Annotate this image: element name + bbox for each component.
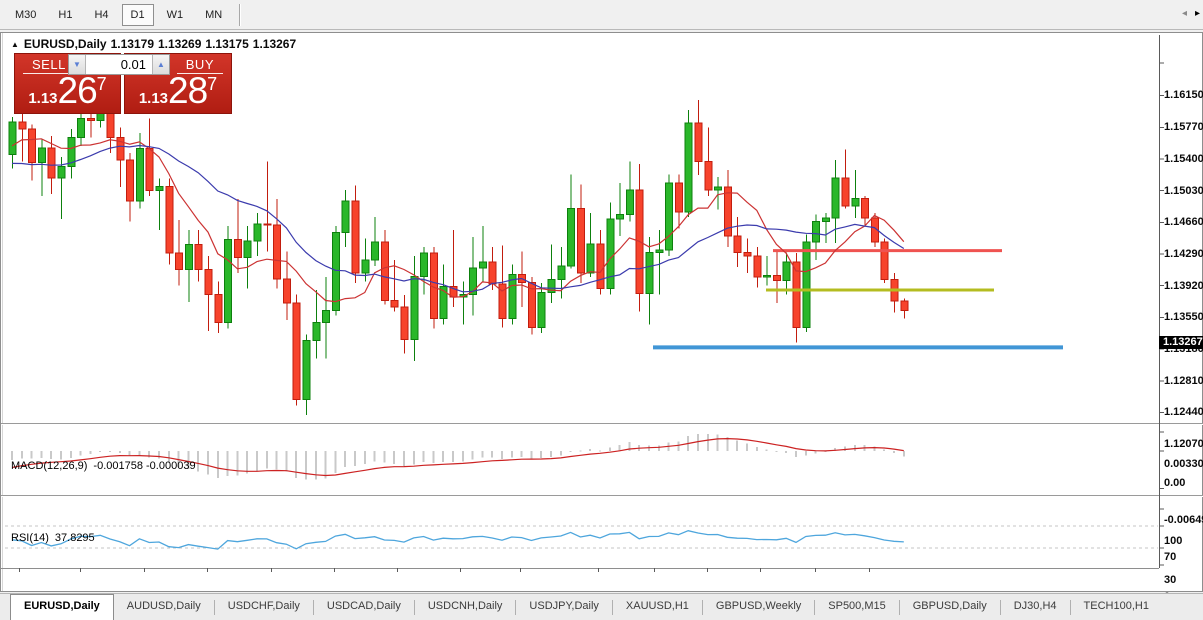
chart-tab-dj30-h4[interactable]: DJ30,H4: [1001, 594, 1070, 620]
price-tick-label: 1.15030: [1164, 185, 1203, 197]
chart-tab-usdchf-daily[interactable]: USDCHF,Daily: [215, 594, 313, 620]
chart-tab-audusd-daily[interactable]: AUDUSD,Daily: [114, 594, 214, 620]
timeframe-button-h4[interactable]: H4: [85, 4, 117, 26]
chart-tab-gbpusd-daily[interactable]: GBPUSD,Daily: [900, 594, 1000, 620]
price-tick-label: 1.12440: [1164, 406, 1203, 418]
macd-tick-label: 0.003306: [1164, 458, 1203, 470]
chart-tab-gbpusd-weekly[interactable]: GBPUSD,Weekly: [703, 594, 814, 620]
chart-window: ▲ EURUSD,Daily 1.13179 1.13269 1.13175 1.1326…: [0, 32, 1203, 592]
volume-input[interactable]: 0.01: [86, 55, 152, 74]
price-tick-label: 1.12810: [1164, 375, 1203, 387]
tab-scroll-left-icon[interactable]: ◂: [1182, 8, 1187, 19]
price-tick-label: 1.15770: [1164, 121, 1203, 133]
candles-layer: [9, 100, 1063, 415]
current-price-badge: 1.13267: [1159, 336, 1203, 349]
macd-tick-label: 0.00: [1164, 477, 1203, 489]
rsi-tick-label: 100: [1164, 535, 1203, 547]
timeframe-toolbar: M30H1H4D1W1MN: [0, 0, 1203, 30]
volume-increase-icon[interactable]: ▲: [152, 55, 169, 74]
price-tick-label: 1.13550: [1164, 311, 1203, 323]
timeframe-button-mn[interactable]: MN: [196, 4, 231, 26]
volume-decrease-icon[interactable]: ▼: [69, 55, 86, 74]
macd-layer: [11, 434, 905, 479]
price-tick-label: 1.12070: [1164, 438, 1203, 450]
collapse-triangle-icon: ▲: [11, 40, 19, 49]
quote-close: 1.13267: [253, 37, 296, 51]
rsi-tick-label: 70: [1164, 551, 1203, 563]
quote-high: 1.13269: [158, 37, 201, 51]
rsi-tick-label: 30: [1164, 574, 1203, 586]
price-tick-label: 1.15400: [1164, 153, 1203, 165]
chart-tab-usdcad-daily[interactable]: USDCAD,Daily: [314, 594, 414, 620]
chart-title: ▲ EURUSD,Daily 1.13179 1.13269 1.13175 1.1326…: [11, 37, 300, 51]
price-tick-label: 1.13920: [1164, 280, 1203, 292]
timeframe-button-h1[interactable]: H1: [49, 4, 81, 26]
macd-tick-label: -0.00649: [1164, 514, 1203, 526]
buy-price: 1.13287: [125, 74, 231, 108]
chart-tab-xauusd-h1[interactable]: XAUUSD,H1: [613, 594, 702, 620]
tab-scroll-arrows: ◂ ▸: [1182, 0, 1200, 27]
timeframe-button-w1[interactable]: W1: [158, 4, 193, 26]
symbol-label: EURUSD,Daily: [24, 37, 107, 51]
mt4-window: M30H1H4D1W1MN ▲ EURUSD,Daily 1.13179 1.1326…: [0, 0, 1203, 620]
chart-tab-eurusd-daily[interactable]: EURUSD,Daily: [10, 594, 114, 620]
quote-open: 1.13179: [111, 37, 154, 51]
tab-scroll-right-icon[interactable]: ▸: [1195, 8, 1200, 19]
rsi-layer: [5, 526, 1158, 549]
chart-tab-sp500-m15[interactable]: SP500,M15: [815, 594, 898, 620]
price-tick-label: 1.14290: [1164, 248, 1203, 260]
chart-canvas[interactable]: [1, 33, 1203, 593]
toolbar-separator: [239, 4, 241, 26]
timeframe-button-m30[interactable]: M30: [6, 4, 45, 26]
chart-tab-bar: EURUSD,DailyAUDUSD,DailyUSDCHF,DailyUSDC…: [0, 593, 1203, 620]
sell-price: 1.13267: [15, 74, 120, 108]
price-tick-label: 1.14660: [1164, 216, 1203, 228]
volume-widget: ▼ 0.01 ▲: [68, 54, 170, 75]
price-tick-label: 1.16150: [1164, 89, 1203, 101]
one-click-trade-panel: SELL 1.13267 BUY 1.13287 ▼ 0.01 ▲: [14, 53, 232, 114]
rsi-label: RSI(14)37.8295: [11, 532, 95, 544]
macd-label: MACD(12,26,9)-0.001758 -0.000039: [11, 460, 196, 472]
chart-tab-usdcnh-daily[interactable]: USDCNH,Daily: [415, 594, 516, 620]
timeframe-button-d1[interactable]: D1: [122, 4, 154, 26]
chart-tab-usdjpy-daily[interactable]: USDJPY,Daily: [516, 594, 612, 620]
quote-low: 1.13175: [205, 37, 248, 51]
chart-tab-tech100-h1[interactable]: TECH100,H1: [1071, 594, 1162, 620]
